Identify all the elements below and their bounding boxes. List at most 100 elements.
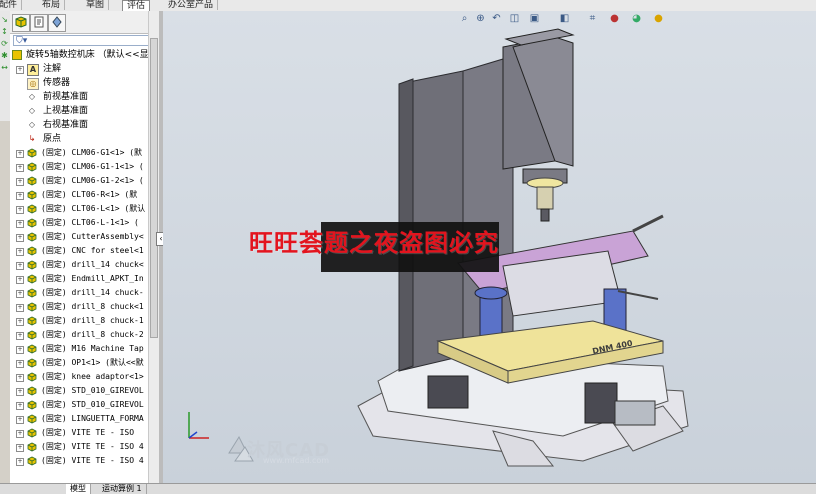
- tree-item-component[interactable]: + (固定) STD_010_GIREVOL: [10, 398, 159, 412]
- tree-item-component[interactable]: + (固定) CLT06-L<1> (默认: [10, 202, 159, 216]
- tree-root[interactable]: 旋转5轴数控机床 （默认<<显: [10, 48, 159, 62]
- part-icon: [27, 274, 37, 284]
- part-icon: [27, 218, 37, 228]
- expand-icon[interactable]: +: [16, 206, 24, 214]
- expand-icon[interactable]: +: [16, 388, 24, 396]
- explode-icon[interactable]: ✱: [1, 52, 8, 60]
- assembly-icon: [12, 50, 22, 60]
- filter-dropdown-arrow[interactable]: ▾: [23, 36, 28, 46]
- tree-item-label: (固定) CLT06-L<1> (默认: [41, 204, 146, 213]
- part-icon: [27, 204, 37, 214]
- property-manager-tab-icon[interactable]: [30, 14, 48, 32]
- expand-icon[interactable]: +: [16, 444, 24, 452]
- expand-icon[interactable]: +: [16, 402, 24, 410]
- reference-icon[interactable]: ↔: [1, 64, 8, 72]
- part-icon: [27, 386, 37, 396]
- tree-item-component[interactable]: + (固定) VITE TE - ISO 4: [10, 454, 159, 468]
- expand-icon[interactable]: +: [16, 346, 24, 354]
- tree-item-label: (固定) LINGUETTA_FORMA: [41, 414, 144, 423]
- tree-item-label: (固定) STD_010_GIREVOL: [41, 400, 144, 409]
- tree-item-component[interactable]: + (固定) drill_8 chuck<1: [10, 300, 159, 314]
- rotate-component-icon[interactable]: ⟳: [1, 40, 8, 48]
- part-icon: [27, 330, 37, 340]
- part-icon: [27, 400, 37, 410]
- part-icon: [27, 358, 37, 368]
- tree-item-component[interactable]: + (固定) CutterAssembly<: [10, 230, 159, 244]
- expand-icon[interactable]: +: [16, 248, 24, 256]
- tab-assembly[interactable]: 装配件: [0, 0, 23, 10]
- smart-mate-icon[interactable]: ↘: [1, 16, 8, 24]
- panel-tabs: [10, 11, 159, 34]
- tab-office-products[interactable]: 办公室产品: [164, 0, 219, 10]
- tree-item-component[interactable]: + (固定) drill_14 chuck<: [10, 258, 159, 272]
- move-component-icon[interactable]: ↕: [1, 28, 8, 36]
- tree-item-front-plane[interactable]: ◇ 前视基准面: [10, 90, 159, 104]
- expand-icon[interactable]: +: [16, 458, 24, 466]
- expand-icon[interactable]: +: [16, 360, 24, 368]
- tree-item-label: (固定) CutterAssembly<: [41, 232, 144, 241]
- tree-item-component[interactable]: + (固定) STD_010_GIREVOL: [10, 384, 159, 398]
- part-icon: [27, 414, 37, 424]
- part-icon: [27, 428, 37, 438]
- expand-icon[interactable]: +: [16, 332, 24, 340]
- expand-icon[interactable]: +: [16, 164, 24, 172]
- expand-icon[interactable]: +: [16, 374, 24, 382]
- tree-item-component[interactable]: + (固定) CLM06-G1-2<1> (: [10, 174, 159, 188]
- tree-item-label: (固定) drill_8 chuck-2: [41, 330, 144, 339]
- tree-item-component[interactable]: + (固定) knee adaptor<1>: [10, 370, 159, 384]
- tree-item-component[interactable]: + (固定) CLT06-L-1<1> (: [10, 216, 159, 230]
- tree-item-label: (固定) CLM06-G1-1<1> (: [41, 162, 144, 171]
- tree-item-sensors[interactable]: ◎ 传感器: [10, 76, 159, 90]
- expand-icon[interactable]: +: [16, 234, 24, 242]
- tree-item-component[interactable]: + (固定) VITE TE - ISO: [10, 426, 159, 440]
- tree-item-label: (固定) knee adaptor<1>: [41, 372, 144, 381]
- tree-item-component[interactable]: + (固定) CNC for steel<1: [10, 244, 159, 258]
- tree-item-component[interactable]: + (固定) OP1<1> (默认<<默: [10, 356, 159, 370]
- tree-filter-input[interactable]: ⛉▾: [13, 35, 156, 46]
- expand-icon[interactable]: +: [16, 192, 24, 200]
- tab-sketch[interactable]: 草图: [82, 0, 110, 10]
- expand-icon[interactable]: +: [16, 262, 24, 270]
- feature-tree-tab-icon[interactable]: [12, 14, 30, 32]
- tree-item-component[interactable]: + (固定) LINGUETTA_FORMA: [10, 412, 159, 426]
- tree-item-component[interactable]: + (固定) CLM06-G1<1> (默: [10, 146, 159, 160]
- tab-layout[interactable]: 布局: [38, 0, 66, 10]
- origin-icon: ↳: [28, 134, 36, 143]
- expand-icon[interactable]: +: [16, 178, 24, 186]
- tree-item-component[interactable]: + (固定) Endmill_APKT_In: [10, 272, 159, 286]
- expand-icon[interactable]: +: [16, 318, 24, 326]
- feature-manager-panel: ⛉▾ 旋转5轴数控机床 （默认<<显 + A 注解 ◎ 传感器 ◇ 前视基准面 …: [10, 11, 160, 483]
- tree-item-label: (固定) OP1<1> (默认<<默: [41, 358, 144, 367]
- expand-icon[interactable]: +: [16, 276, 24, 284]
- expand-icon[interactable]: +: [16, 66, 24, 74]
- tree-item-component[interactable]: + (固定) drill_8 chuck-2: [10, 328, 159, 342]
- tree-item-label: (固定) VITE TE - ISO 4: [41, 442, 144, 451]
- tree-item-component[interactable]: + (固定) CLM06-G1-1<1> (: [10, 160, 159, 174]
- tree-item-label: (固定) CNC for steel<1: [41, 246, 144, 255]
- tree-item-component[interactable]: + (固定) CLT06-R<1> (默: [10, 188, 159, 202]
- expand-icon[interactable]: +: [16, 220, 24, 228]
- configuration-manager-tab-icon[interactable]: [48, 14, 66, 32]
- trunnion-support-left: [479, 292, 503, 339]
- axis-motor: [427, 375, 469, 409]
- expand-icon[interactable]: +: [16, 430, 24, 438]
- part-icon: [27, 232, 37, 242]
- tree-item-component[interactable]: + (固定) drill_14 chuck-: [10, 286, 159, 300]
- scrollbar-thumb[interactable]: [150, 38, 158, 338]
- expand-icon[interactable]: +: [16, 416, 24, 424]
- tree-item-annotations[interactable]: + A 注解: [10, 62, 159, 76]
- expand-icon[interactable]: +: [16, 304, 24, 312]
- tree-item-right-plane[interactable]: ◇ 右视基准面: [10, 118, 159, 132]
- part-icon: [27, 442, 37, 452]
- tree-item-component[interactable]: + (固定) M16 Machine Tap: [10, 342, 159, 356]
- tree-item-component[interactable]: + (固定) drill_8 chuck-1: [10, 314, 159, 328]
- tree-item-origin[interactable]: ↳ 原点: [10, 132, 159, 146]
- coolant-nozzle: [632, 214, 664, 233]
- tree-item-component[interactable]: + (固定) VITE TE - ISO 4: [10, 440, 159, 454]
- graphics-viewport[interactable]: ⌕ ⊕ ↶ ◫ ▣ ◧ ⌗ ● ◕ ● DNM 400 旺旺荟题之夜盗图必究 沐…: [163, 11, 816, 483]
- trunnion-flange: [474, 286, 508, 300]
- axis-motor: [584, 382, 618, 424]
- expand-icon[interactable]: +: [16, 150, 24, 158]
- expand-icon[interactable]: +: [16, 290, 24, 298]
- tree-item-top-plane[interactable]: ◇ 上视基准面: [10, 104, 159, 118]
